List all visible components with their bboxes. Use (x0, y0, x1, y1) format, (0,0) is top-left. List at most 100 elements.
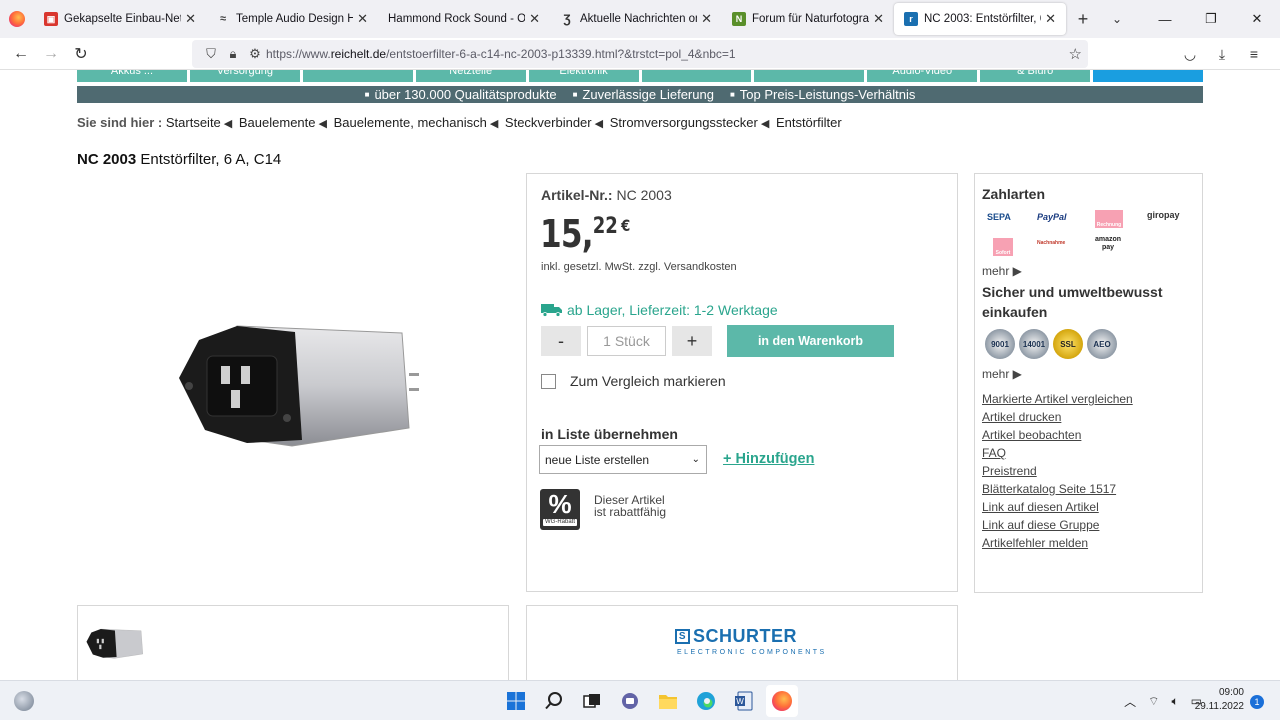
stock-status: ab Lager, Lieferzeit: 1-2 Werktage (541, 302, 778, 318)
breadcrumb-item[interactable]: Bauelemente, mechanisch (334, 115, 487, 130)
list-tabs-button[interactable]: ⌄ (1100, 12, 1134, 26)
notification-badge[interactable]: 1 (1250, 695, 1264, 709)
product-image-area[interactable] (77, 173, 509, 593)
tracking-shield-icon[interactable]: ⛉ (200, 46, 222, 62)
teams-chat-icon[interactable] (614, 685, 646, 717)
vat-note: inkl. gesetzl. MwSt. zzgl. Versandkosten (541, 261, 737, 273)
quantity-plus-button[interactable]: + (672, 326, 712, 356)
category-menu-item[interactable]: & Biüro (980, 70, 1091, 82)
side-link[interactable]: Blätterkatalog Seite 1517 (982, 480, 1133, 498)
giropay-logo: giropay (1147, 210, 1180, 220)
close-window-icon[interactable]: ✕ (1234, 0, 1280, 38)
wg-discount-text: Dieser Artikel ist rabattfähig (594, 493, 667, 519)
task-view-icon[interactable] (576, 685, 608, 717)
edge-icon[interactable] (690, 685, 722, 717)
price-decimal: 22 (592, 214, 618, 239)
new-tab-button[interactable]: + (1066, 9, 1100, 30)
file-explorer-icon[interactable] (652, 685, 684, 717)
close-tab-icon[interactable]: ✕ (529, 11, 540, 27)
breadcrumb-separator-icon: ◀ (594, 118, 604, 130)
category-menu-item[interactable] (302, 70, 413, 82)
pocket-icon[interactable]: ◡ (1174, 46, 1206, 63)
list-heading: in Liste übernehmen (541, 426, 678, 442)
category-menu-item[interactable] (641, 70, 752, 82)
product-image[interactable] (177, 318, 422, 448)
word-icon[interactable]: W (728, 685, 760, 717)
category-menu-item[interactable] (754, 70, 865, 82)
tray-overflow-icon[interactable]: ︿ (1124, 693, 1136, 710)
restore-icon[interactable]: ❐ (1188, 0, 1234, 38)
side-link[interactable]: Artikel drucken (982, 408, 1133, 426)
breadcrumb-separator-icon: ◀ (760, 118, 770, 130)
compare-checkbox[interactable] (541, 373, 556, 389)
browser-tab-active[interactable]: r NC 2003: Entstörfilter, 6 A, C ✕ (894, 3, 1066, 35)
list-select[interactable]: neue Liste erstellen ⌄ (539, 445, 707, 474)
browser-tab[interactable]: Ʒ Aktuelle Nachrichten online ✕ (550, 0, 722, 38)
search-icon[interactable] (538, 685, 570, 717)
wg-badge-symbol: % (548, 489, 572, 519)
wg-badge-label: WG-Rabatt (543, 519, 577, 526)
tab-label: Aktuelle Nachrichten online (580, 13, 697, 25)
breadcrumb-item[interactable]: Stromversorgungsstecker (610, 115, 758, 130)
add-to-cart-button[interactable]: in den Warenkorb (727, 325, 894, 357)
category-menu: Akkus ... Versorgung Netzteile Elektroni… (77, 70, 1204, 82)
secure-more-link[interactable]: mehr ▶ (982, 367, 1022, 381)
quantity-minus-button[interactable]: - (541, 326, 581, 356)
back-button[interactable]: ← (6, 39, 36, 69)
url-bar[interactable]: ⛉ 🔒︎ ⚙ https://www. reichelt.de/entstoerf… (192, 40, 1088, 68)
browser-tab[interactable]: ▣ Gekapselte Einbau-Netzteile ✕ (34, 0, 206, 38)
firefox-view-button[interactable] (0, 0, 34, 38)
permissions-icon[interactable]: ⚙ (244, 46, 266, 62)
wifi-icon[interactable]: ⌔ (1148, 694, 1159, 709)
page-content: Akkus ... Versorgung Netzteile Elektroni… (0, 70, 1280, 680)
close-tab-icon[interactable]: ✕ (873, 11, 884, 27)
product-thumbnail[interactable] (86, 624, 146, 662)
browser-tab[interactable]: Hammond Rock Sound - Overdri ✕ (378, 0, 550, 38)
schurter-logo[interactable]: S SCHURTER ELECTRONIC COMPONENTS (675, 626, 827, 656)
quantity-input[interactable]: 1 Stück (587, 326, 666, 356)
payment-more-link[interactable]: mehr ▶ (982, 264, 1022, 278)
breadcrumb-item[interactable]: Entstörfilter (776, 115, 842, 130)
tab-label: Gekapselte Einbau-Netzteile (64, 13, 181, 25)
category-menu-item[interactable]: Elektronik (528, 70, 639, 82)
minimize-icon[interactable]: — (1142, 0, 1188, 38)
category-menu-item[interactable]: Akkus ... (77, 70, 187, 82)
start-icon[interactable] (500, 685, 532, 717)
side-link[interactable]: Artikelfehler melden (982, 534, 1133, 552)
side-link[interactable]: Markierte Artikel vergleichen (982, 390, 1133, 408)
browser-tab[interactable]: ≈ Temple Audio Design Hi5 Mount ✕ (206, 0, 378, 38)
menu-icon[interactable]: ≡ (1238, 46, 1270, 62)
add-to-list-link[interactable]: + Hinzufügen (723, 451, 814, 467)
close-tab-icon[interactable]: ✕ (185, 11, 196, 27)
firefox-taskbar-icon[interactable] (766, 685, 798, 717)
close-tab-icon[interactable]: ✕ (701, 11, 712, 27)
side-link[interactable]: Artikel beobachten (982, 426, 1133, 444)
breadcrumb-item[interactable]: Steckverbinder (505, 115, 592, 130)
volume-icon[interactable]: 🔈︎ (1171, 694, 1178, 709)
lock-icon[interactable]: 🔒︎ (222, 46, 244, 62)
side-link[interactable]: Link auf diesen Artikel (982, 498, 1133, 516)
reload-button[interactable]: ↻ (66, 39, 96, 69)
category-menu-item[interactable]: Netzteile (415, 70, 526, 82)
category-menu-item[interactable]: Audio-Video (867, 70, 978, 82)
bookmark-star-icon[interactable]: ☆ (1069, 45, 1082, 63)
weather-icon[interactable] (14, 691, 34, 711)
close-tab-icon[interactable]: ✕ (1045, 11, 1056, 27)
browser-tab[interactable]: N Forum für Naturfotografen ✕ (722, 0, 894, 38)
downloads-icon[interactable]: ⤓ (1206, 46, 1238, 63)
side-link[interactable]: Preistrend (982, 462, 1133, 480)
paypal-logo: PayPal (1037, 212, 1067, 222)
breadcrumb-item[interactable]: Bauelemente (239, 115, 316, 130)
close-tab-icon[interactable]: ✕ (357, 11, 368, 27)
category-menu-item[interactable] (1093, 70, 1204, 82)
side-link[interactable]: FAQ (982, 444, 1133, 462)
side-link[interactable]: Link auf diese Gruppe (982, 516, 1133, 534)
compare-label[interactable]: Zum Vergleich markieren (570, 373, 726, 389)
breadcrumb-item[interactable]: Startseite (166, 115, 221, 130)
clock[interactable]: 09:00 29.11.2022 (1195, 686, 1244, 714)
usp-item: über 130.000 Qualitätsprodukte (365, 87, 556, 102)
category-menu-item[interactable]: Versorgung (189, 70, 300, 82)
taskbar-apps: W (500, 685, 798, 717)
forward-button[interactable]: → (36, 39, 66, 69)
usp-bar: über 130.000 Qualitätsprodukte Zuverläss… (77, 86, 1203, 103)
